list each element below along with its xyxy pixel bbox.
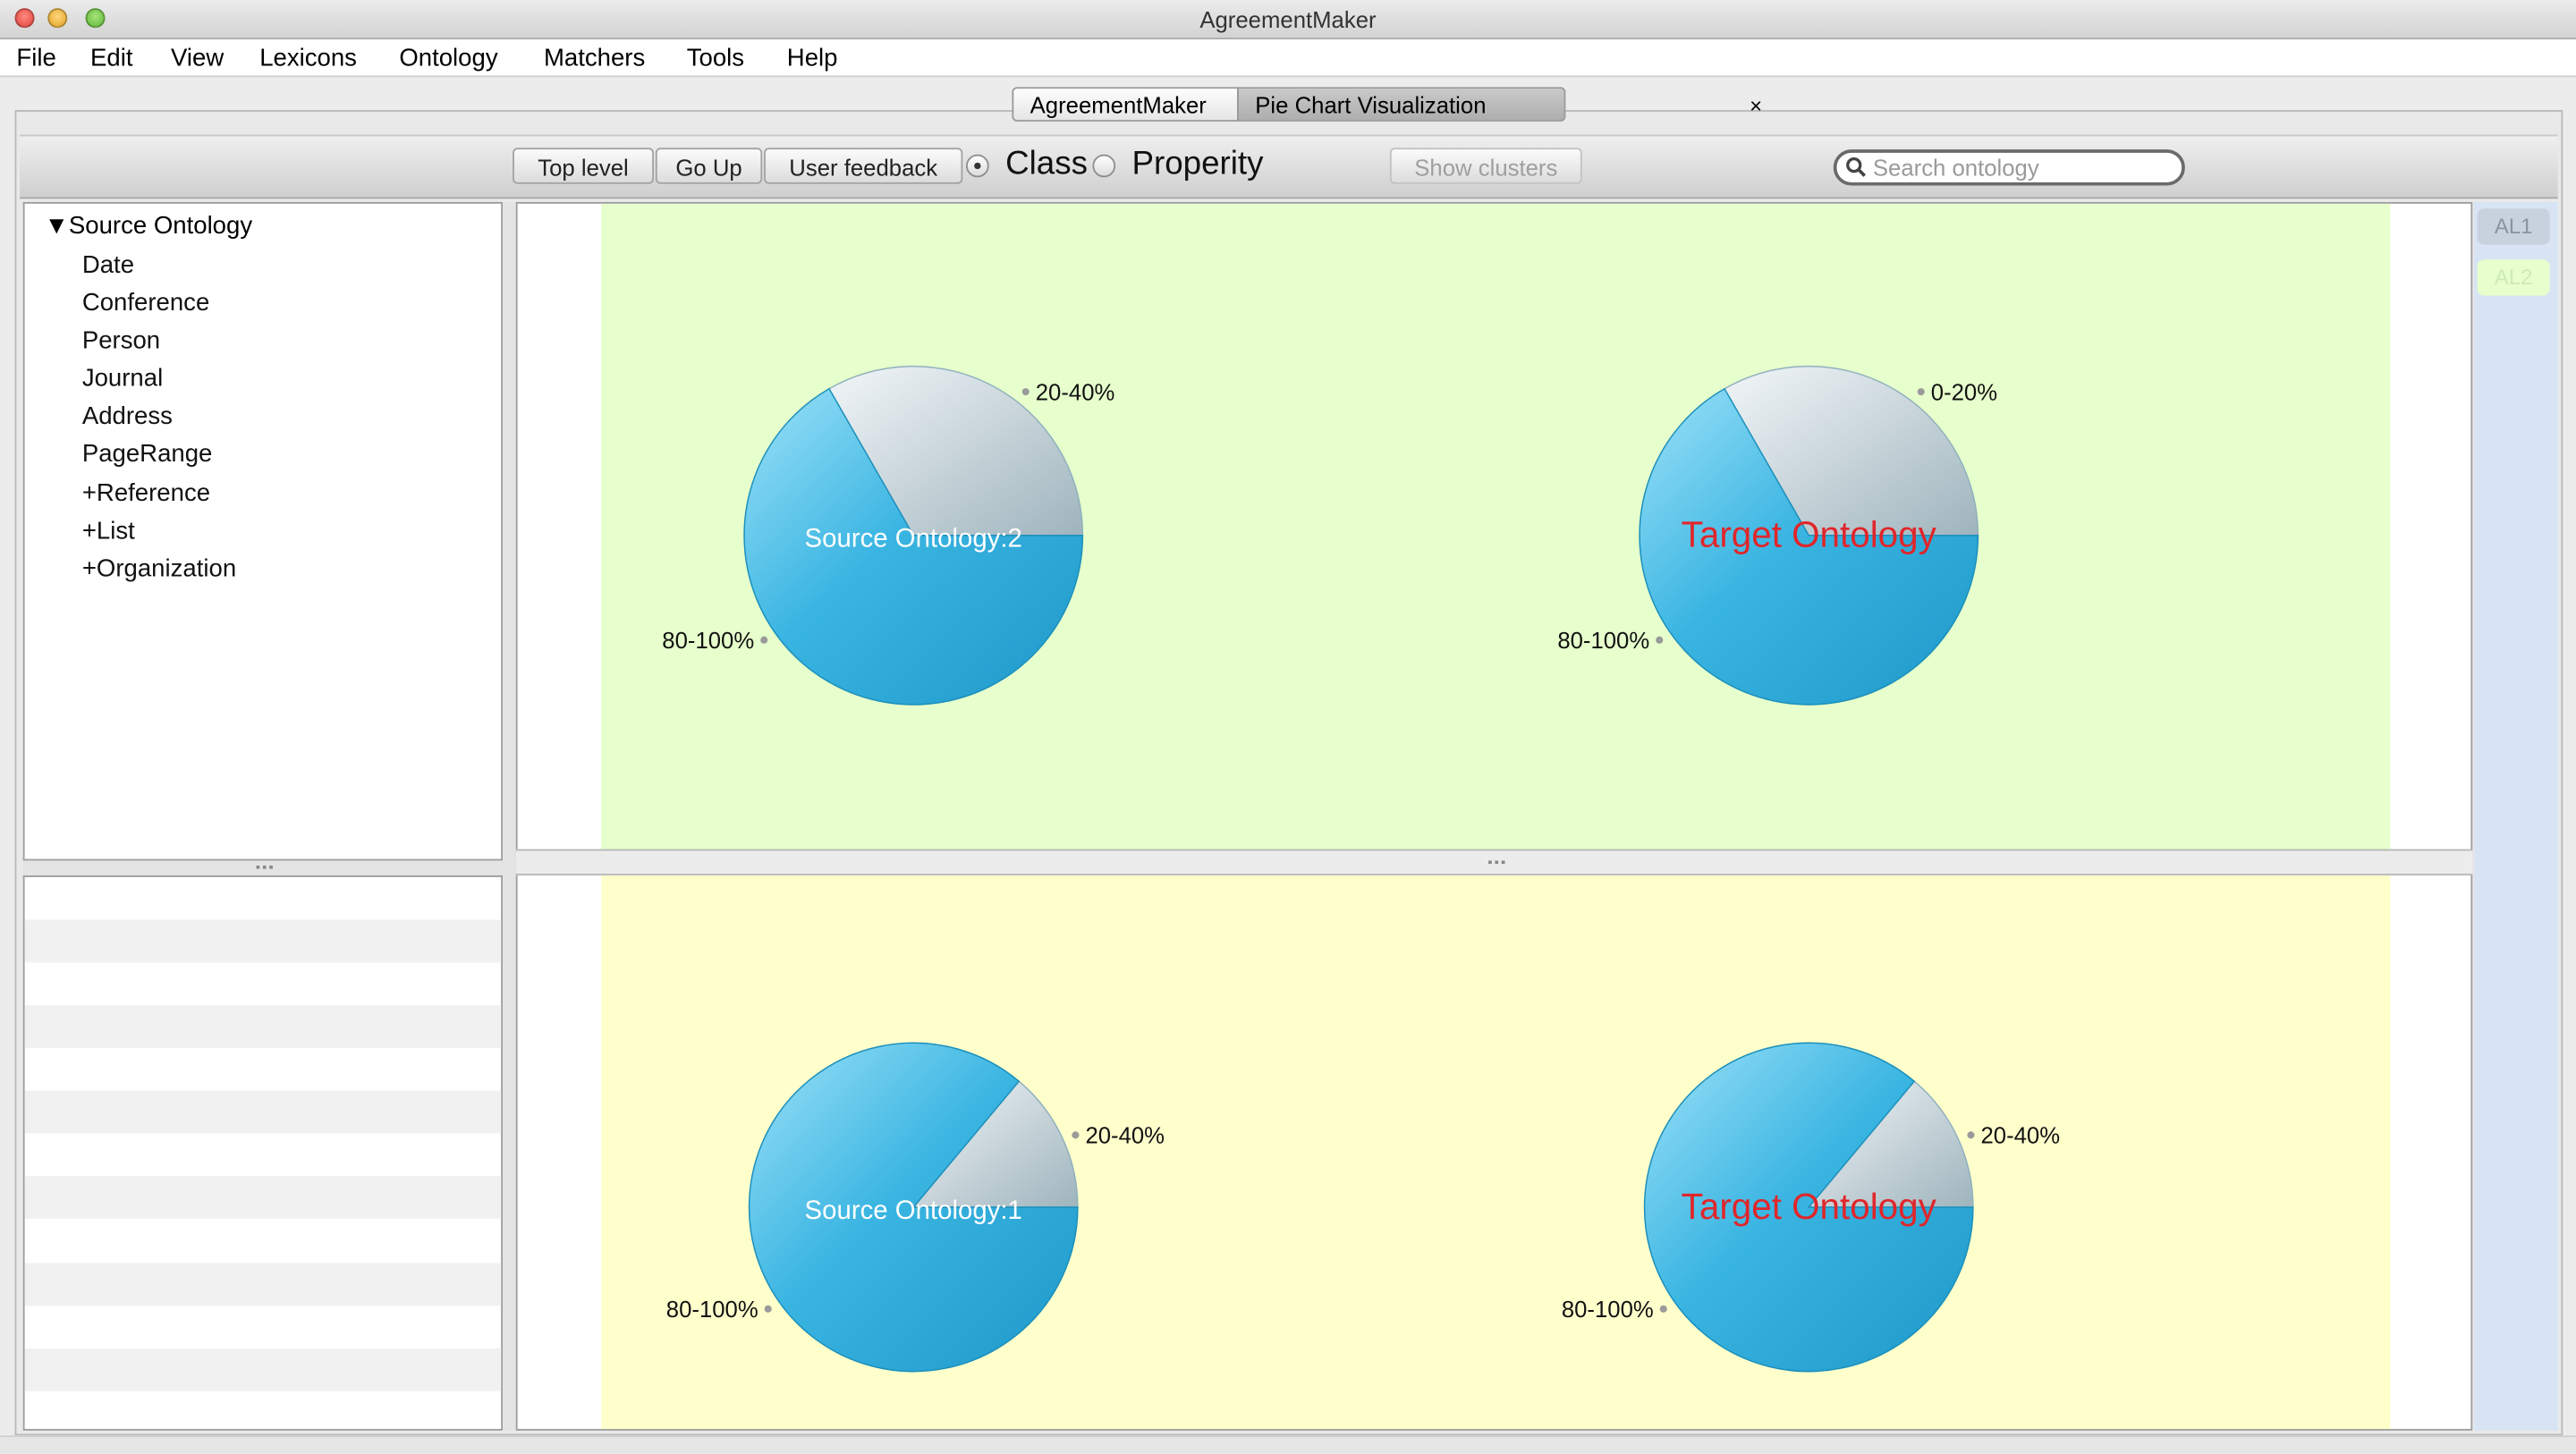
slice-label-dot	[1967, 1131, 1975, 1139]
slice-label-dot	[1072, 1131, 1080, 1139]
tree-item[interactable]: +Organization	[82, 555, 236, 583]
menu-bar: File Edit View Lexicons Ontology Matcher…	[0, 39, 2576, 78]
radio-selected-dot	[974, 162, 981, 170]
slice-label: 80-100%	[666, 1298, 758, 1323]
menu-ontology[interactable]: Ontology	[399, 45, 497, 72]
grip-dot	[256, 865, 260, 869]
expand-arrow-icon[interactable]: ▼	[45, 212, 69, 240]
slice-label-dot	[1659, 1305, 1667, 1313]
slice-label-dot	[760, 636, 768, 644]
slice-label: 20-40%	[1085, 1123, 1165, 1148]
tree-root-label: Source Ontology	[68, 211, 253, 241]
tree-item[interactable]: +List	[82, 518, 135, 545]
class-radio-label[interactable]: Class	[1005, 146, 1088, 183]
slice-label: 0-20%	[1931, 380, 1997, 405]
go-up-button[interactable]: Go Up	[655, 148, 763, 184]
close-tab-icon[interactable]: ×	[1750, 89, 1762, 123]
pie-charts-canvas: 20-40% 80-100% Source Ontology:2 0-20% 80-10…	[601, 203, 2391, 1429]
search-icon	[1846, 156, 1866, 177]
target-ontology-label[interactable]: Target Ontology	[1682, 1186, 1937, 1227]
list-row	[24, 1263, 502, 1306]
chart-split-handle[interactable]	[515, 849, 2473, 875]
window-title: AgreementMaker	[1199, 6, 1377, 33]
user-feedback-button[interactable]: User feedback	[764, 148, 963, 184]
tab-label: Pie Chart Visualization	[1255, 91, 1487, 119]
alignment-sidebar: AL1 AL2	[2474, 201, 2558, 1431]
list-row	[24, 1176, 502, 1219]
status-bar	[0, 1435, 2576, 1454]
slice-label-dot	[764, 1305, 772, 1313]
slice-label: 80-100%	[662, 629, 754, 654]
slice-label: 80-100%	[1557, 629, 1649, 654]
slice-label: 20-40%	[1036, 380, 1115, 405]
menu-help[interactable]: Help	[787, 45, 838, 72]
search-box[interactable]	[1833, 149, 2185, 186]
search-input[interactable]	[1872, 154, 2169, 182]
slice-label: 80-100%	[1562, 1298, 1654, 1323]
top-level-button[interactable]: Top level	[513, 148, 655, 184]
slice-label-dot	[1917, 388, 1925, 396]
tab-label: AgreementMaker	[1030, 91, 1207, 119]
menu-edit[interactable]: Edit	[90, 45, 132, 72]
menu-matchers[interactable]: Matchers	[544, 45, 645, 72]
list-row	[24, 1348, 502, 1391]
pie-chart-area: 20-40% 80-100% Source Ontology:2 0-20% 80-10…	[515, 201, 2473, 1431]
tree-item[interactable]: PageRange	[82, 440, 213, 468]
grip-dot	[1495, 860, 1499, 865]
tree-item[interactable]: Conference	[82, 289, 209, 317]
source-ontology-label[interactable]: Source Ontology:1	[805, 1196, 1022, 1225]
visualization-toolbar: Top level Go Up User feedback Class Prop…	[20, 134, 2558, 199]
left-split-handle[interactable]	[22, 860, 504, 875]
property-radio[interactable]	[1092, 154, 1116, 178]
target-ontology-label[interactable]: Target Ontology	[1682, 514, 1937, 555]
show-clusters-button[interactable]: Show clusters	[1389, 148, 1582, 184]
list-row	[24, 1090, 502, 1134]
tree-item[interactable]: Date	[82, 251, 134, 279]
ontology-tree: ▼Source Ontology Date Conference Person …	[22, 201, 504, 861]
grip-dot	[269, 865, 273, 869]
slice-label-dot	[1656, 636, 1664, 644]
list-row	[24, 919, 502, 963]
menu-file[interactable]: File	[16, 45, 55, 72]
slice-label-dot	[1021, 388, 1030, 396]
class-radio[interactable]	[965, 154, 989, 178]
property-radio-label[interactable]: Properity	[1132, 146, 1264, 183]
tree-root-source-ontology[interactable]: ▼Source Ontology	[45, 212, 253, 240]
tree-item[interactable]: Person	[82, 327, 160, 355]
list-row	[24, 1005, 502, 1048]
al1-button[interactable]: AL1	[2477, 208, 2550, 245]
menu-view[interactable]: View	[171, 45, 224, 72]
grip-dot	[262, 865, 267, 869]
source-ontology-label[interactable]: Source Ontology:2	[805, 524, 1022, 554]
menu-lexicons[interactable]: Lexicons	[259, 45, 357, 72]
tree-item[interactable]: Journal	[82, 365, 163, 393]
menu-tools[interactable]: Tools	[687, 45, 744, 72]
window-titlebar: AgreementMaker	[0, 0, 2576, 40]
tab-agreementmaker[interactable]: AgreementMaker	[1012, 87, 1239, 122]
vertical-split-handle[interactable]	[503, 201, 516, 1431]
grip-dot	[1488, 860, 1492, 865]
tree-item[interactable]: Address	[82, 402, 173, 430]
slice-label: 20-40%	[1980, 1123, 2060, 1148]
details-list	[22, 875, 504, 1431]
tree-item[interactable]: +Reference	[82, 479, 210, 507]
al2-button[interactable]: AL2	[2477, 259, 2550, 296]
tab-pie-chart-visualization[interactable]: Pie Chart Visualization ×	[1237, 87, 1762, 122]
grip-dot	[1501, 860, 1505, 865]
